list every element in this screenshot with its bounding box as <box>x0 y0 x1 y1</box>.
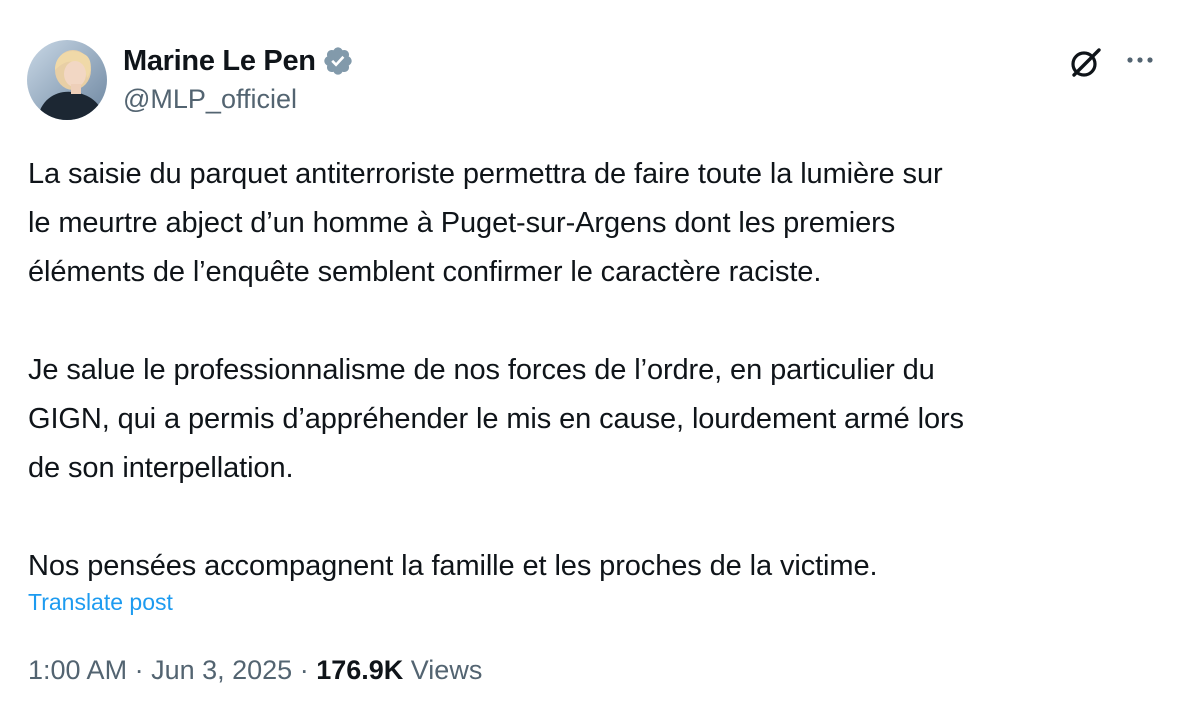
post-paragraph: Nos pensées accompagnent la famille et l… <box>28 550 878 582</box>
meta-separator: · <box>127 655 152 685</box>
more-options-icon[interactable] <box>1122 48 1158 72</box>
avatar-image <box>27 40 107 120</box>
meta-separator: · <box>292 655 317 685</box>
author-avatar[interactable] <box>27 40 107 120</box>
post-date: Jun 3, 2025 <box>151 655 293 685</box>
post-text: La saisie du parquet antiterroriste perm… <box>28 150 1168 591</box>
verified-badge-icon[interactable] <box>322 45 354 77</box>
author-handle[interactable]: @MLP_officiel <box>123 84 297 115</box>
post-time: 1:00 AM <box>28 655 128 685</box>
post-metadata: 1:00 AM · Jun 3, 2025 · 176.9K Views <box>28 655 482 686</box>
author-display-name[interactable]: Marine Le Pen <box>123 45 316 78</box>
views-label: Views <box>410 655 483 685</box>
views-count: 176.9K <box>316 655 404 685</box>
post-paragraph: La saisie du parquet antiterroriste perm… <box>28 158 943 288</box>
post-paragraph: Je salue le professionnalisme de nos for… <box>28 354 964 484</box>
translate-post-link[interactable]: Translate post <box>28 589 173 616</box>
post-card: Marine Le Pen @MLP_officiel La saisie du… <box>0 0 1180 720</box>
author-name-row: Marine Le Pen <box>123 44 354 78</box>
post-timestamp[interactable]: 1:00 AM · Jun 3, 2025 <box>28 655 292 686</box>
grok-icon[interactable] <box>1068 44 1104 80</box>
